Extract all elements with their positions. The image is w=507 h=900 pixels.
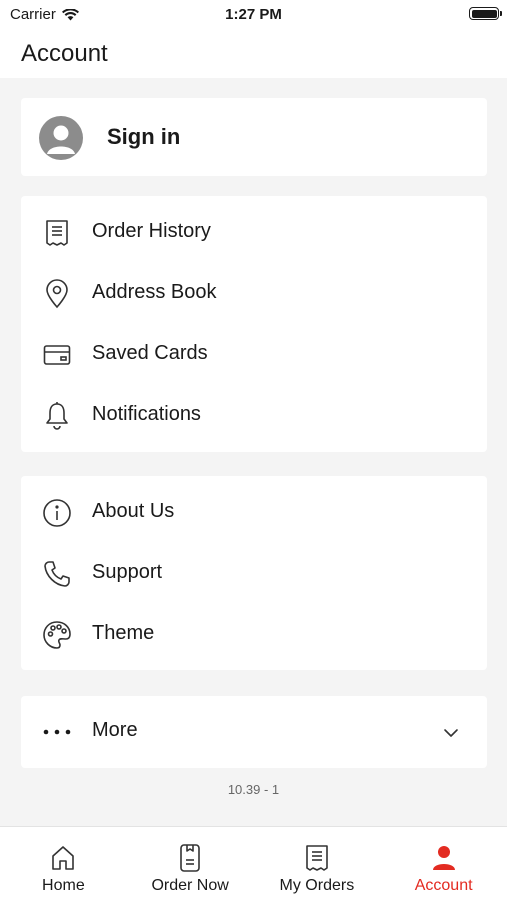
battery-icon xyxy=(469,7,502,20)
signin-label: Sign in xyxy=(107,124,181,149)
menu-item-label: About Us xyxy=(92,500,175,522)
more-label: More xyxy=(92,719,138,741)
signin-card: Sign in xyxy=(21,98,487,176)
status-bar: Carrier 1:27 PM xyxy=(0,0,507,30)
tab-label: My Orders xyxy=(279,877,355,894)
home-icon xyxy=(48,843,78,873)
credit-card-icon xyxy=(42,340,72,370)
tab-label: Order Now xyxy=(151,877,229,894)
receipt-icon xyxy=(302,843,332,873)
menu-item-notifications[interactable]: Notifications xyxy=(21,385,487,446)
account-menu-card: Order History Address Book Saved Cards N… xyxy=(21,196,487,452)
menu-item-label: Theme xyxy=(92,622,155,644)
nav-header: Account xyxy=(0,30,507,78)
avatar-icon xyxy=(39,116,83,160)
tab-label: Account xyxy=(414,877,473,894)
menu-item-label: Address Book xyxy=(92,281,217,303)
more-toggle[interactable]: More xyxy=(21,701,487,762)
menu-item-theme[interactable]: Theme xyxy=(21,604,487,665)
ellipsis-icon xyxy=(42,717,72,747)
menu-item-support[interactable]: Support xyxy=(21,543,487,604)
tab-label: Home xyxy=(42,877,85,894)
menu-item-saved-cards[interactable]: Saved Cards xyxy=(21,324,487,385)
menu-item-label: Notifications xyxy=(92,403,201,425)
order-icon xyxy=(175,843,205,873)
tab-order-now[interactable]: Order Now xyxy=(127,827,254,900)
menu-item-label: Saved Cards xyxy=(92,342,208,364)
tab-home[interactable]: Home xyxy=(0,827,127,900)
location-pin-icon xyxy=(42,279,72,309)
chevron-down-icon xyxy=(444,729,458,737)
person-icon xyxy=(429,843,459,873)
more-card: More xyxy=(21,696,487,768)
account-content[interactable]: Sign in Order History Address Book Saved… xyxy=(0,78,507,826)
palette-icon xyxy=(42,620,72,650)
menu-item-label: Order History xyxy=(92,220,211,242)
status-time: 1:27 PM xyxy=(225,6,282,23)
menu-item-about-us[interactable]: About Us xyxy=(21,482,487,543)
info-icon xyxy=(42,498,72,528)
bell-icon xyxy=(42,401,72,431)
app-version: 10.39 - 1 xyxy=(227,782,280,797)
tab-bar: Home Order Now My Orders Account xyxy=(0,826,507,900)
signin-button[interactable]: Sign in xyxy=(21,98,487,176)
info-menu-card: About Us Support Theme xyxy=(21,476,487,670)
menu-item-address-book[interactable]: Address Book xyxy=(21,263,487,324)
tab-my-orders[interactable]: My Orders xyxy=(254,827,381,900)
menu-item-label: Support xyxy=(92,561,163,583)
tab-account[interactable]: Account xyxy=(380,827,507,900)
phone-icon xyxy=(42,559,72,589)
receipt-icon xyxy=(42,218,72,248)
page-title: Account xyxy=(21,40,108,67)
menu-item-order-history[interactable]: Order History xyxy=(21,202,487,263)
